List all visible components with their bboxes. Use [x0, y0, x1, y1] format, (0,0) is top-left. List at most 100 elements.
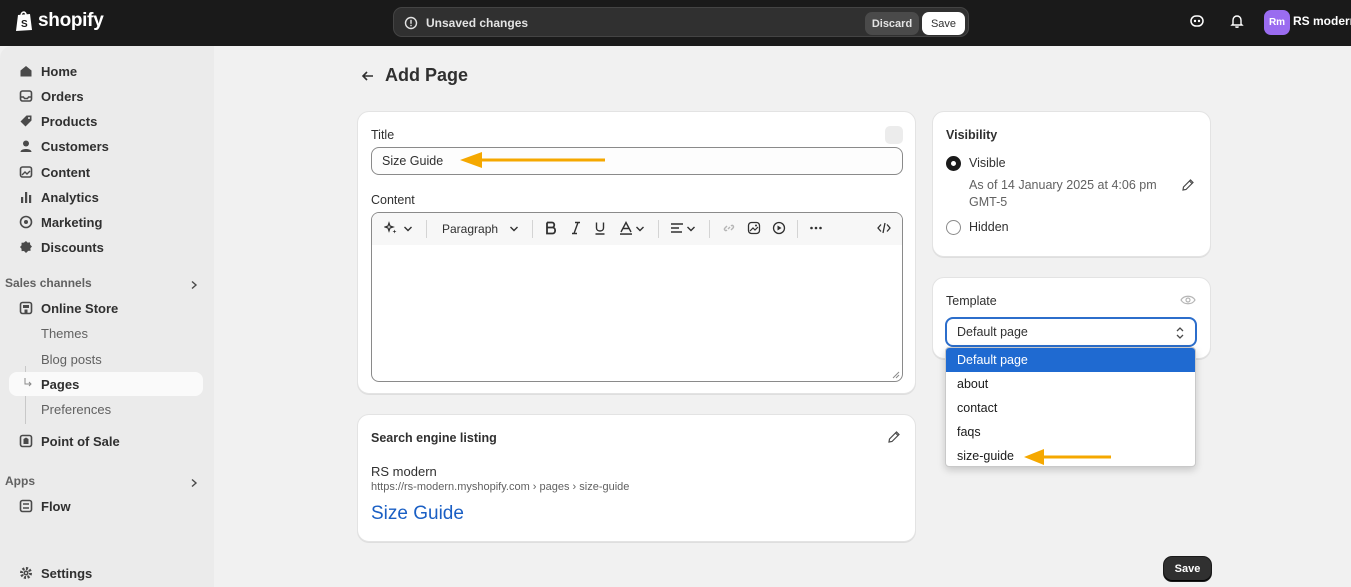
shopify-bag-icon: S [16, 11, 32, 31]
shopify-logo[interactable]: S shopify [15, 10, 104, 32]
sidebar-item-pages[interactable]: Pages [9, 372, 203, 396]
sidebar-item-label: Blog posts [41, 352, 102, 367]
bell-icon[interactable] [1229, 13, 1245, 29]
template-option-about[interactable]: about [946, 372, 1195, 396]
person-icon [20, 140, 32, 152]
sidebar-item-label: Point of Sale [41, 434, 120, 449]
sidebar-item-point-of-sale[interactable]: Point of Sale [9, 429, 203, 453]
visible-option-label: Visible [969, 156, 1006, 170]
annotation-arrow [460, 152, 605, 168]
avatar[interactable]: Rm [1264, 10, 1290, 35]
sidebar-item-orders[interactable]: Orders [9, 84, 203, 108]
toolbar-divider [532, 220, 533, 238]
chevron-down-icon[interactable] [635, 225, 645, 233]
unsaved-changes-text: Unsaved changes [426, 16, 529, 30]
page-title: Add Page [385, 65, 469, 85]
sidebar: Home Orders Products Customers Content A… [0, 46, 214, 587]
alert-circle-icon [404, 16, 418, 30]
visibility-card: Visibility Visible As of 14 January 2025… [932, 111, 1211, 257]
sidebar-item-label: Products [41, 114, 98, 129]
resize-handle-icon[interactable] [892, 371, 900, 379]
sidebar-item-themes[interactable]: Themes [9, 321, 203, 345]
title-input-value: Size Guide [382, 154, 444, 168]
editor-toolbar: Paragraph [372, 213, 902, 245]
link-icon[interactable] [722, 221, 736, 235]
chevron-down-icon[interactable] [686, 225, 696, 233]
editor-body[interactable] [372, 245, 902, 381]
bold-icon[interactable] [545, 221, 557, 235]
template-option-contact[interactable]: contact [946, 396, 1195, 420]
underline-icon[interactable] [594, 221, 606, 235]
edit-pencil-icon[interactable] [887, 430, 901, 444]
template-selected-value: Default page [957, 325, 1028, 339]
tree-branch-icon [24, 378, 32, 387]
chevron-down-icon[interactable] [403, 225, 413, 233]
chevron-right-icon[interactable] [189, 478, 199, 488]
back-arrow-icon[interactable] [360, 68, 376, 84]
template-option-default[interactable]: Default page [946, 348, 1195, 372]
code-view-icon[interactable] [877, 221, 891, 235]
edit-pencil-icon[interactable] [1181, 178, 1195, 192]
sidebar-item-discounts[interactable]: Discounts [9, 235, 203, 259]
toolbar-divider [709, 220, 710, 238]
seo-store-name: RS modern [371, 464, 437, 479]
video-play-icon[interactable] [772, 221, 786, 235]
paragraph-format-select[interactable]: Paragraph [442, 222, 498, 236]
sidebar-item-blog-posts[interactable]: Blog posts [9, 347, 203, 371]
content-label: Content [371, 193, 415, 207]
sidebar-item-label: Content [41, 165, 91, 180]
discount-icon [20, 241, 32, 253]
inbox-icon [19, 90, 33, 102]
tag-icon [20, 115, 32, 127]
select-arrows-icon [1176, 327, 1184, 339]
chevron-right-icon[interactable] [189, 280, 199, 290]
chevron-down-icon[interactable] [509, 225, 519, 233]
store-name[interactable]: RS modern [1293, 14, 1351, 28]
save-button[interactable]: Save [1164, 557, 1211, 581]
discard-button[interactable]: Discard [865, 12, 919, 35]
image-insert-icon[interactable] [747, 221, 761, 235]
sidekick-icon[interactable] [1189, 13, 1205, 29]
svg-text:S: S [21, 19, 28, 30]
sidebar-item-label: Discounts [41, 240, 104, 255]
sidebar-item-label: Customers [41, 139, 109, 154]
template-heading: Template [946, 294, 997, 308]
sidebar-item-label: Settings [41, 566, 93, 581]
sidebar-item-customers[interactable]: Customers [9, 134, 203, 158]
visible-since-text: As of 14 January 2025 at 4:06 pm GMT-5 [969, 178, 1157, 209]
magic-sparkle-icon[interactable] [384, 221, 398, 235]
sidebar-item-label: Flow [41, 499, 71, 514]
sidebar-item-preferences[interactable]: Preferences [9, 397, 203, 421]
hidden-option-label: Hidden [969, 220, 1009, 234]
ai-generate-button[interactable] [885, 126, 903, 144]
hidden-radio[interactable] [946, 220, 961, 235]
sidebar-item-products[interactable]: Products [9, 109, 203, 133]
visible-radio[interactable] [946, 156, 961, 171]
sales-channels-heading[interactable]: Sales channels [5, 276, 92, 290]
italic-icon[interactable] [570, 221, 582, 235]
sidebar-item-flow[interactable]: Flow [9, 494, 203, 518]
sidebar-item-content[interactable]: Content [9, 160, 203, 184]
save-button-top[interactable]: Save [922, 12, 965, 35]
sidebar-item-online-store[interactable]: Online Store [9, 296, 203, 320]
align-left-icon[interactable] [670, 221, 684, 235]
title-input[interactable]: Size Guide [371, 147, 903, 175]
sidebar-item-label: Analytics [41, 190, 99, 205]
eye-icon[interactable] [1180, 293, 1196, 307]
more-horizontal-icon[interactable] [809, 221, 823, 235]
text-color-icon[interactable] [619, 221, 633, 235]
sidebar-item-settings[interactable]: Settings [9, 561, 203, 585]
template-option-faqs[interactable]: faqs [946, 420, 1195, 444]
top-bar: S shopify Unsaved changes Discard Save R… [0, 0, 1351, 46]
sidebar-item-analytics[interactable]: Analytics [9, 185, 203, 209]
flow-icon [19, 499, 33, 513]
seo-url: https://rs-modern.myshopify.com › pages … [371, 481, 630, 493]
toolbar-divider [797, 220, 798, 238]
apps-heading[interactable]: Apps [5, 474, 35, 488]
sidebar-item-label: Preferences [41, 402, 112, 417]
sidebar-item-marketing[interactable]: Marketing [9, 210, 203, 234]
sidebar-item-home[interactable]: Home [9, 59, 203, 83]
template-select[interactable]: Default page [945, 317, 1197, 347]
sidebar-item-label: Orders [41, 89, 84, 104]
sidebar-item-label: Themes [41, 326, 88, 341]
